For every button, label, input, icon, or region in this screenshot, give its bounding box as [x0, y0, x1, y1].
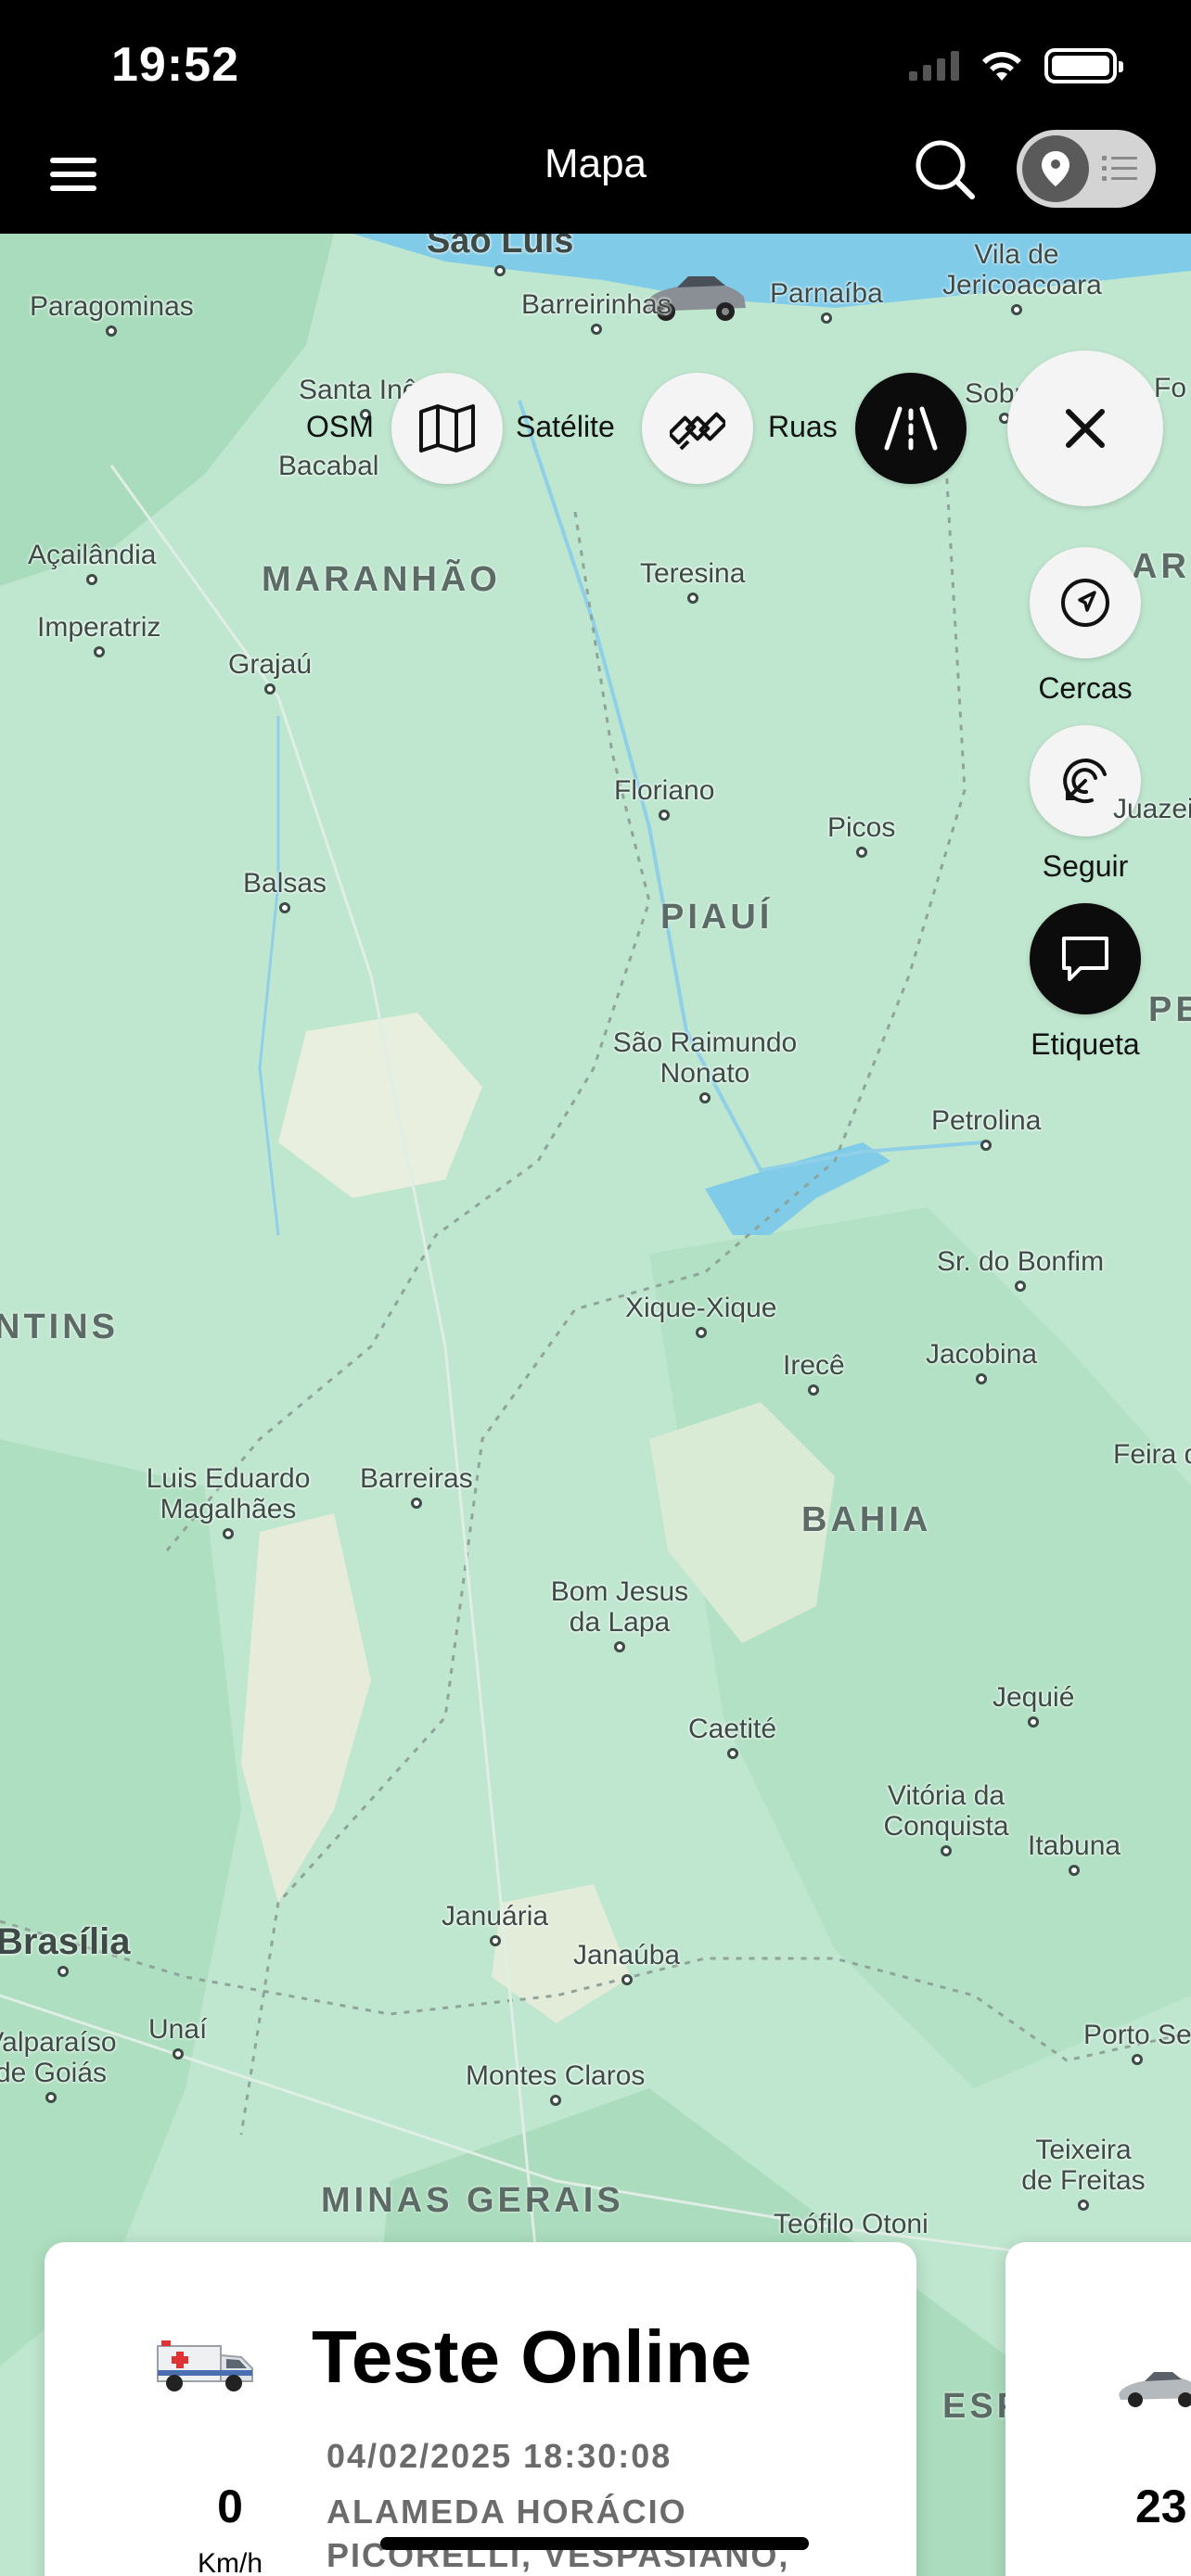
- map-place: São Luís: [427, 234, 573, 276]
- map-background: [0, 234, 1191, 2576]
- status-time: 19:52: [111, 38, 239, 92]
- map-place: Xique-Xique: [625, 1293, 776, 1338]
- map-place: Janaúba: [573, 1940, 680, 1985]
- map-place: Januária: [442, 1901, 548, 1946]
- list-icon: [1102, 156, 1137, 181]
- battery-icon: [1044, 48, 1123, 83]
- layer-osm-button[interactable]: [391, 373, 503, 484]
- map-place: Paragominas: [30, 291, 194, 337]
- map-place: Bacabal: [278, 451, 379, 481]
- wifi-icon: [982, 52, 1021, 81]
- label-button[interactable]: [1030, 903, 1141, 1014]
- search-icon[interactable]: [909, 134, 980, 204]
- map-icon: [419, 404, 475, 453]
- map-place: Brasília: [0, 1921, 131, 1977]
- map-place: Teresina: [640, 558, 745, 604]
- vehicle-speed-unit: Km/h: [197, 2548, 263, 2576]
- map-place: Vila de Jericoacoara: [942, 239, 1102, 315]
- vehicle-speed: 0: [217, 2480, 243, 2532]
- map-place: Feira de Sant: [1113, 1439, 1191, 1470]
- map-region: NTINS: [0, 1307, 119, 1346]
- map-place: Sr. do Bonfim: [937, 1246, 1104, 1292]
- map-view[interactable]: São Luís Barreirinhas Parnaíba Vila de J…: [0, 234, 1191, 2576]
- map-place: Montes Claros: [466, 2060, 645, 2106]
- map-place: Luis Eduardo Magalhães: [135, 1463, 321, 1539]
- map-list-toggle[interactable]: [1017, 130, 1156, 208]
- map-place: São Raimundo Nonato: [612, 1027, 798, 1103]
- map-place: Juazeiro do Norte: [1113, 794, 1191, 824]
- speech-bubble-icon: [1062, 937, 1108, 981]
- map-place: Teixeira de Freitas: [1018, 2135, 1148, 2211]
- layer-streets-button[interactable]: [855, 373, 967, 484]
- map-place: Valparaíso de Goiás: [0, 2027, 121, 2103]
- map-place: Floriano: [614, 775, 714, 821]
- map-region: BAHIA: [801, 1500, 932, 1539]
- map-place: Jacobina: [926, 1339, 1037, 1384]
- map-place: Fo: [1154, 373, 1187, 403]
- vehicle-2-speed: 23: [1135, 2480, 1187, 2532]
- map-place: Parnaíba: [770, 278, 883, 324]
- signal-icon: [909, 51, 959, 81]
- map-place: Petrolina: [931, 1105, 1041, 1151]
- map-place: Porto Se: [1083, 2020, 1191, 2065]
- vehicle-name: Teste Online: [312, 2315, 752, 2398]
- satellite-icon: [670, 412, 725, 451]
- home-indicator[interactable]: [380, 2537, 809, 2550]
- map-region: PIAUÍ: [660, 898, 774, 937]
- vehicle-card[interactable]: Teste Online 04/02/2025 18:30:08 ALAMEDA…: [45, 2242, 916, 2576]
- ambulance-icon: [157, 2340, 253, 2391]
- app-header: Mapa: [0, 130, 1191, 234]
- close-button[interactable]: [1007, 351, 1163, 506]
- status-icons: [909, 48, 1123, 83]
- car-icon: [1119, 2372, 1191, 2407]
- map-place: Imperatriz: [37, 612, 160, 657]
- close-icon: [1066, 409, 1105, 448]
- location-pin-icon: [1022, 135, 1089, 202]
- map-region: PE: [1148, 990, 1191, 1029]
- map-region: MARANHÃO: [262, 560, 501, 599]
- map-place: Bom Jesus da Lapa: [545, 1576, 694, 1652]
- layer-label-osm[interactable]: OSM: [306, 410, 374, 444]
- map-region: MINAS GERAIS: [321, 2181, 624, 2220]
- map-place: Irecê: [783, 1350, 845, 1396]
- layer-satellite-button[interactable]: [642, 373, 753, 484]
- map-place: Caetité: [688, 1714, 776, 1759]
- map-place: Barreirinhas: [521, 289, 672, 335]
- target-follow-icon: [1063, 759, 1107, 804]
- fences-button[interactable]: [1030, 547, 1141, 658]
- map-region: ARÁ: [1132, 547, 1191, 586]
- status-bar: 19:52: [0, 0, 1191, 130]
- map-place: Jequié: [992, 1682, 1074, 1728]
- layer-label-satellite[interactable]: Satélite: [516, 410, 615, 444]
- map-place: Picos: [827, 812, 895, 858]
- layer-label-streets[interactable]: Ruas: [768, 410, 838, 444]
- map-place: Grajaú: [228, 649, 312, 695]
- navigation-arrow-icon: [1061, 579, 1109, 627]
- vehicle-datetime: 04/02/2025 18:30:08: [327, 2437, 672, 2475]
- map-place: Açailândia: [28, 540, 156, 585]
- map-place: Itabuna: [1028, 1830, 1121, 1876]
- map-place: Barreiras: [360, 1463, 473, 1509]
- map-place: Balsas: [243, 868, 327, 913]
- page-title: Mapa: [544, 141, 647, 186]
- fences-label: Cercas: [1038, 671, 1133, 705]
- label-label: Etiqueta: [1031, 1027, 1140, 1061]
- vehicle-card-2[interactable]: 23: [1005, 2242, 1191, 2576]
- road-icon: [884, 406, 938, 451]
- vehicle-address: ALAMEDA HORÁCIO PICORELLI, VESPASIANO,: [327, 2493, 790, 2574]
- map-place: Unaí: [148, 2014, 207, 2060]
- follow-label: Seguir: [1042, 849, 1129, 883]
- map-place: Vitória da Conquista: [872, 1780, 1020, 1856]
